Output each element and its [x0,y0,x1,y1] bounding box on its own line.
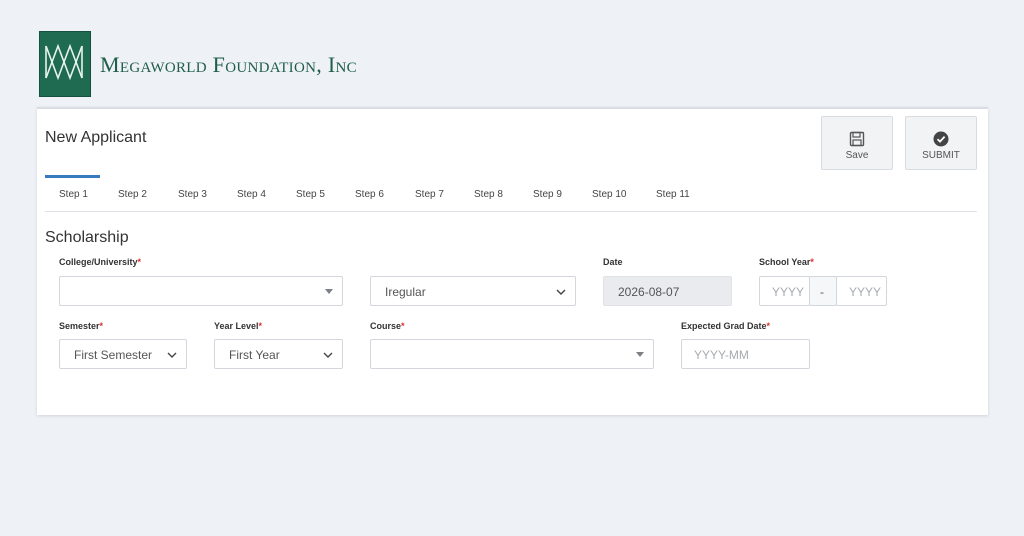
tab-step-5[interactable]: Step 5 [296,189,325,200]
active-tab-indicator [45,175,100,178]
tab-step-7[interactable]: Step 7 [415,189,444,200]
tab-step-3[interactable]: Step 3 [178,189,207,200]
tab-step-10[interactable]: Step 10 [592,189,626,200]
course-select[interactable] [370,339,654,369]
grad-date-input[interactable]: YYYY-MM [681,339,810,369]
check-circle-icon [933,131,949,147]
enrollment-type-select[interactable]: Iregular [370,276,576,306]
school-year-label: School Year* [759,257,814,267]
required-mark: * [810,257,814,267]
school-year-from-input[interactable]: YYYY [759,276,810,306]
tab-step-4[interactable]: Step 4 [237,189,266,200]
college-select[interactable] [59,276,343,306]
grad-date-label: Expected Grad Date* [681,321,771,331]
required-mark: * [99,321,104,331]
applicant-card: New Applicant Save SUBMIT Step 1 Step 2 … [37,107,988,415]
save-label: Save [845,150,869,161]
caret-down-icon [636,352,644,357]
required-mark: * [766,321,771,331]
college-label: College/University* [59,257,142,267]
tab-step-2[interactable]: Step 2 [118,189,147,200]
tab-step-9[interactable]: Step 9 [533,189,562,200]
semester-select[interactable]: First Semester [59,339,187,369]
brand-name: Megaworld Foundation, Inc [100,52,357,77]
floppy-disk-icon [849,131,865,147]
step-tabs: Step 1 Step 2 Step 3 Step 4 Step 5 Step … [45,181,977,212]
chevron-down-icon [167,352,177,358]
required-mark: * [258,321,263,331]
required-mark: * [137,257,142,267]
tab-step-11[interactable]: Step 11 [656,189,690,200]
school-year-to-input[interactable]: YYYY [836,276,887,306]
page-title: New Applicant [45,129,147,146]
date-label: Date [603,257,623,267]
section-title: Scholarship [45,229,129,246]
tab-step-8[interactable]: Step 8 [474,189,503,200]
tab-step-6[interactable]: Step 6 [355,189,384,200]
year-level-label: Year Level* [214,321,263,331]
logo-mark [39,31,91,97]
tab-step-1[interactable]: Step 1 [59,189,88,200]
chevron-down-icon [323,352,333,358]
submit-button[interactable]: SUBMIT [905,116,977,170]
year-level-select[interactable]: First Year [214,339,343,369]
semester-label: Semester* [59,321,104,331]
submit-label: SUBMIT [922,150,960,161]
date-field: 2026-08-07 [603,276,732,306]
save-button[interactable]: Save [821,116,893,170]
course-label: Course* [370,321,405,331]
caret-down-icon [325,289,333,294]
chevron-down-icon [556,289,566,295]
school-year-separator: - [809,276,837,306]
required-mark: * [401,321,405,331]
